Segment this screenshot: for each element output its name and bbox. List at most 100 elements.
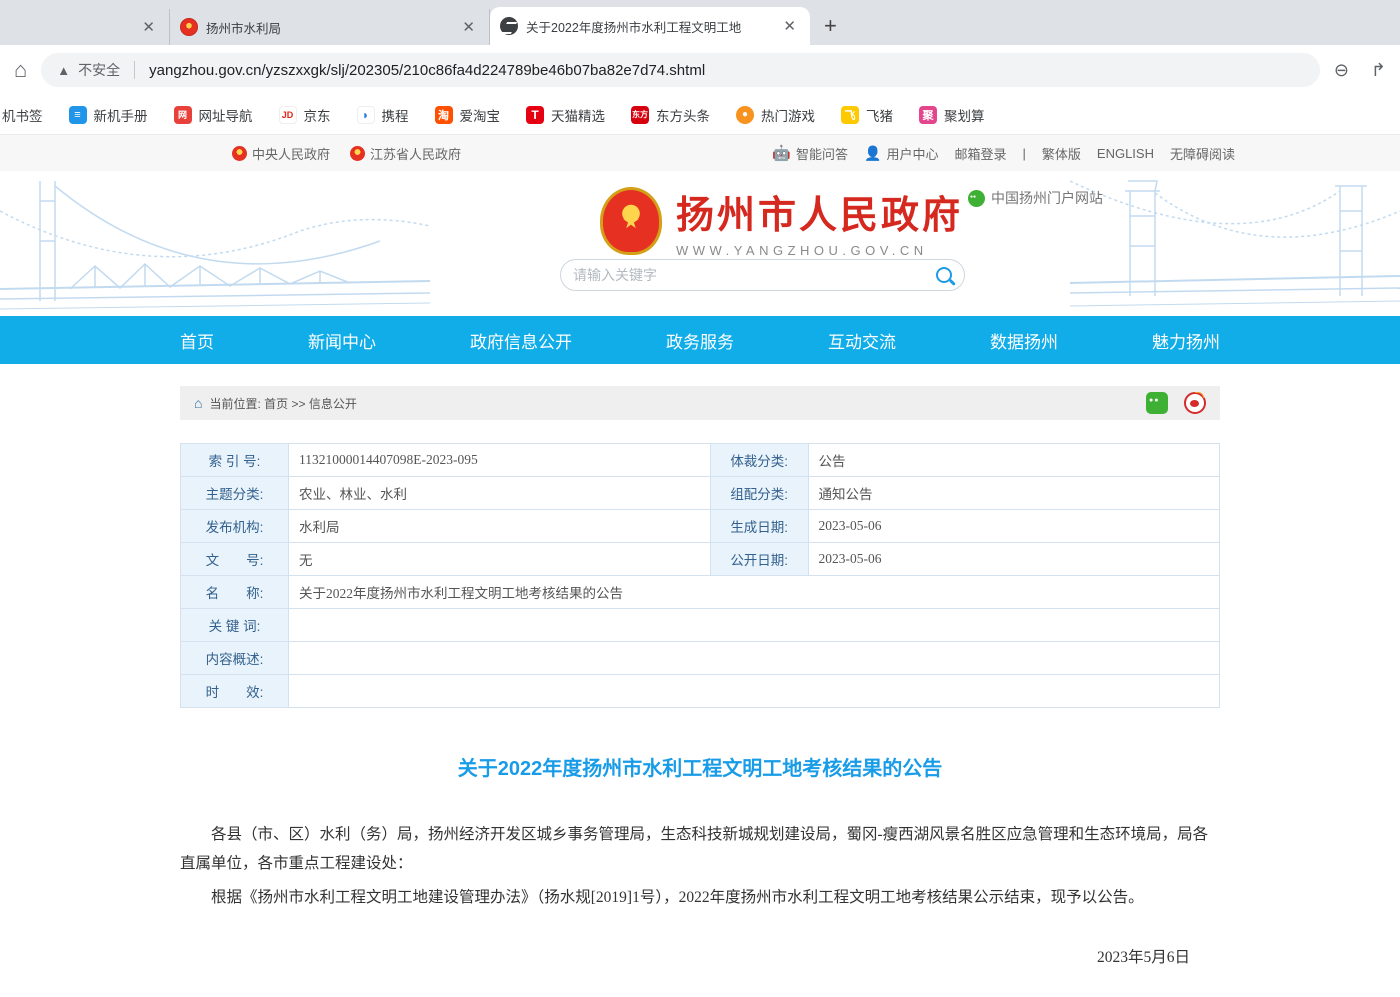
meta-value-name: 关于2022年度扬州市水利工程文明工地考核结果的公告 [289, 576, 1220, 609]
share-forward-icon[interactable]: ↱ [1371, 60, 1386, 81]
bookmark-label: 京东 [304, 105, 331, 125]
bookmark-label: 东方头条 [656, 105, 710, 125]
meta-value-genre: 公告 [808, 444, 1219, 477]
meta-value-publish-date: 2023-05-06 [808, 543, 1219, 576]
bookmark-fliggy[interactable]: 飞 飞猪 [841, 105, 893, 125]
bookmark-aitaobao[interactable]: 淘 爱淘宝 [435, 105, 501, 125]
bookmark-label: 飞猪 [866, 105, 893, 125]
site-logo[interactable]: ★ 扬州市人民政府 WWW.YANGZHOU.GOV.CN [600, 184, 963, 258]
new-tab-button[interactable]: + [824, 13, 837, 39]
url-omnibox[interactable]: ▲ 不安全 yangzhou.gov.cn/yzszxxgk/slj/20230… [41, 53, 1320, 87]
link-label: 用户中心 [886, 144, 938, 163]
divider: | [1023, 146, 1026, 161]
link-central-government[interactable]: 中央人民政府 [232, 144, 330, 163]
link-label: 中央人民政府 [252, 144, 330, 163]
bookmark-label: 新机手册 [94, 105, 148, 125]
site-z-favicon [500, 17, 518, 35]
page-url: yangzhou.gov.cn/yzszxxgk/slj/202305/210c… [149, 62, 705, 79]
dongfang-icon: 东方 [631, 106, 649, 124]
tab-close-icon[interactable]: ✕ [779, 17, 800, 35]
meta-value-create-date: 2023-05-06 [808, 510, 1219, 543]
bridge-artwork-left [0, 171, 430, 316]
table-row: 发布机构: 水利局 生成日期: 2023-05-06 [181, 510, 1220, 543]
search-input[interactable] [573, 267, 936, 283]
home-button-icon[interactable]: ⌂ [14, 57, 27, 83]
meta-value-group: 通知公告 [808, 477, 1219, 510]
nav-gov-services[interactable]: 政务服务 [666, 328, 734, 353]
not-secure-label: 不安全 [78, 60, 120, 80]
site-search-box[interactable] [560, 259, 965, 291]
not-secure-warning-icon: ▲ [57, 63, 70, 78]
accessibility-link[interactable]: 无障碍阅读 [1170, 144, 1235, 163]
mail-login-link[interactable]: 邮箱登录 [954, 144, 1006, 163]
article-paragraph: 根据《扬州市水利工程文明工地建设管理办法》（扬水规[2019]1号），2022年… [180, 884, 1220, 913]
tab-close-icon[interactable]: ✕ [458, 18, 479, 36]
bookmark-ctrip[interactable]: ◗ 携程 [357, 105, 409, 125]
bookmark-label: 聚划算 [944, 105, 985, 125]
bookmark-site-nav[interactable]: 网 网址导航 [174, 105, 253, 125]
meta-value-validity [289, 675, 1220, 708]
bookmark-label: 网址导航 [199, 105, 253, 125]
breadcrumb-text[interactable]: 当前位置: 首页 >> 信息公开 [209, 395, 356, 412]
bookmark-manual[interactable]: ≡ 新机手册 [69, 105, 148, 125]
nav-charm-yangzhou[interactable]: 魅力扬州 [1152, 328, 1220, 353]
tab-active-announcement[interactable]: 关于2022年度扬州市水利工程文明工地 ✕ [490, 7, 810, 45]
article-title: 关于2022年度扬州市水利工程文明工地考核结果的公告 [180, 752, 1220, 781]
traditional-chinese-link[interactable]: 繁体版 [1042, 144, 1081, 163]
site-url-text: WWW.YANGZHOU.GOV.CN [676, 243, 963, 258]
tab-leftmost-partial[interactable]: ✕ [0, 9, 170, 45]
table-row: 关 键 词: [181, 609, 1220, 642]
tab-title: 关于2022年度扬州市水利工程文明工地 [526, 17, 771, 36]
page-content: ⌂ 当前位置: 首页 >> 信息公开 索 引 号: 11321000014407… [180, 386, 1220, 997]
portal-label: 中国扬州门户网站 [991, 188, 1103, 208]
article-date: 2023年5月6日 [180, 945, 1220, 967]
table-row: 文 号: 无 公开日期: 2023-05-06 [181, 543, 1220, 576]
omnibox-divider [134, 61, 135, 79]
article: 关于2022年度扬州市水利工程文明工地考核结果的公告 各县（市、区）水利（务）局… [180, 752, 1220, 997]
user-center-link[interactable]: 👤 用户中心 [864, 144, 938, 163]
nav-gov-info-disclosure[interactable]: 政府信息公开 [470, 328, 572, 353]
site-nav-icon: 网 [174, 106, 192, 124]
meta-value-summary [289, 642, 1220, 675]
bookmark-juhuasuan[interactable]: 聚 聚划算 [919, 105, 985, 125]
smart-qa-link[interactable]: 🤖 智能问答 [772, 144, 848, 163]
meta-value-index-no: 11321000014407098E-2023-095 [289, 444, 711, 477]
bookmark-dongfang-toutiao[interactable]: 东方 东方头条 [631, 105, 710, 125]
english-link[interactable]: ENGLISH [1097, 146, 1154, 161]
share-wechat-icon[interactable] [1146, 392, 1168, 414]
fliggy-pig-icon: 飞 [841, 106, 859, 124]
bookmark-jd[interactable]: JD 京东 [279, 105, 331, 125]
nav-interaction[interactable]: 互动交流 [828, 328, 896, 353]
meta-label-publish-date: 公开日期: [710, 543, 808, 576]
bookmark-hot-games[interactable]: ● 热门游戏 [736, 105, 815, 125]
meta-value-issuer: 水利局 [289, 510, 711, 543]
nav-home[interactable]: 首页 [180, 328, 214, 353]
tab-yangzhou-water-bureau[interactable]: 扬州市水利局 ✕ [170, 9, 490, 45]
juhuasuan-icon: 聚 [919, 106, 937, 124]
meta-value-doc-no: 无 [289, 543, 711, 576]
bookmarks-bar: 机书签 ≡ 新机手册 网 网址导航 JD 京东 ◗ 携程 淘 爱淘宝 T 天猫精… [0, 95, 1400, 135]
nav-data-yangzhou[interactable]: 数据扬州 [990, 328, 1058, 353]
table-row: 主题分类: 农业、林业、水利 组配分类: 通知公告 [181, 477, 1220, 510]
breadcrumb-home-icon[interactable]: ⌂ [194, 395, 202, 411]
gov-emblem-icon [350, 146, 365, 161]
portal-site-tag: 中国扬州门户网站 [968, 188, 1103, 208]
share-weibo-icon[interactable] [1184, 392, 1206, 414]
taobao-icon: 淘 [435, 106, 453, 124]
user-icon: 👤 [864, 145, 881, 162]
article-paragraph: 各县（市、区）水利（务）局，扬州经济开发区城乡事务管理局，生态科技新城规划建设局… [180, 821, 1220, 878]
meta-label-validity: 时 效: [181, 675, 289, 708]
meta-label-create-date: 生成日期: [710, 510, 808, 543]
bookmark-label: 机书签 [2, 105, 43, 125]
table-row: 索 引 号: 11321000014407098E-2023-095 体裁分类:… [181, 444, 1220, 477]
games-icon: ● [736, 106, 754, 124]
nav-news-center[interactable]: 新闻中心 [308, 328, 376, 353]
bookmark-tmall[interactable]: T 天猫精选 [526, 105, 605, 125]
main-navigation: 首页 新闻中心 政府信息公开 政务服务 互动交流 数据扬州 魅力扬州 [0, 316, 1400, 364]
link-jiangsu-government[interactable]: 江苏省人民政府 [350, 144, 461, 163]
tab-close-icon[interactable]: ✕ [138, 18, 159, 36]
zoom-out-icon[interactable]: ⊖ [1334, 60, 1349, 81]
bookmark-phone-bookmarks[interactable]: 机书签 [2, 105, 43, 125]
search-icon[interactable] [936, 267, 952, 283]
meta-value-keywords [289, 609, 1220, 642]
